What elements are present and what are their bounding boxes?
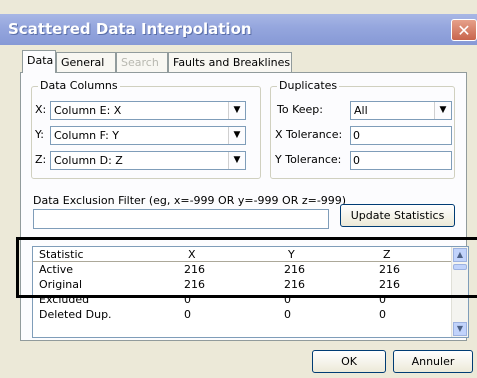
y-tolerance-field[interactable]: 0 [350,151,452,170]
x-tolerance-field[interactable]: 0 [350,126,452,145]
cell-y: 216 [284,263,305,276]
x-tolerance-value: 0 [353,129,360,142]
to-keep-label: To Keep: [277,103,323,116]
duplicates-label: Duplicates [277,79,340,92]
ok-button[interactable]: OK [312,350,386,373]
cell-x: 216 [184,263,205,276]
z-column-label: Z: [35,153,47,166]
chevron-down-icon[interactable]: ▼ [228,127,245,144]
header-x[interactable]: X [188,248,196,261]
data-columns-label: Data Columns [38,79,120,92]
close-button[interactable]: ✕ [451,19,477,41]
scrollbar-thumb[interactable] [453,264,467,270]
vertical-scrollbar[interactable]: ▲ ▼ [451,247,468,337]
cell-y: 0 [284,308,291,321]
y-column-select[interactable]: Column F: Y ▼ [50,126,246,145]
update-statistics-button[interactable]: Update Statistics [340,204,455,227]
x-column-value: Column E: X [54,104,122,117]
y-column-value: Column F: Y [54,129,120,142]
cancel-button[interactable]: Annuler [393,350,473,373]
cell-z: 0 [379,308,386,321]
cell-x: 0 [184,293,191,306]
scroll-up-icon[interactable]: ▲ [453,248,467,262]
cell-statistic: Deleted Dup. [39,308,112,321]
window-title: Scattered Data Interpolation [8,20,252,38]
cell-statistic: Original [39,278,83,291]
y-column-label: Y: [35,128,44,141]
cell-z: 216 [379,263,400,276]
tab-search: Search [116,52,168,72]
statistics-table[interactable]: Statistic X Y Z Active 216 216 216 Origi… [32,246,469,338]
cell-y: 216 [284,278,305,291]
chevron-down-icon[interactable]: ▼ [228,152,245,169]
x-tolerance-label: X Tolerance: [275,128,343,141]
x-column-label: X: [35,103,47,116]
table-header: Statistic X Y Z [33,247,452,262]
header-statistic[interactable]: Statistic [39,248,84,261]
cell-x: 0 [184,308,191,321]
header-y[interactable]: Y [288,248,295,261]
to-keep-value: All [354,104,368,117]
x-column-select[interactable]: Column E: X ▼ [50,101,246,120]
cell-z: 0 [379,293,386,306]
cell-y: 0 [284,293,291,306]
close-icon: ✕ [457,21,471,40]
tab-data[interactable]: Data [22,50,56,73]
cell-x: 216 [184,278,205,291]
title-bar: Scattered Data Interpolation ✕ [0,14,477,45]
scroll-down-icon[interactable]: ▼ [453,322,467,336]
tab-general[interactable]: General [56,52,116,72]
exclusion-filter-label: Data Exclusion Filter (eg, x=-999 OR y=-… [33,194,347,207]
cell-statistic: Active [39,263,74,276]
cell-statistic: Excluded [39,293,90,306]
chevron-down-icon[interactable]: ▼ [228,102,245,119]
header-z[interactable]: Z [383,248,391,261]
z-column-select[interactable]: Column D: Z ▼ [50,151,246,170]
tab-faults-breaklines[interactable]: Faults and Breaklines [168,52,292,72]
z-column-value: Column D: Z [54,154,123,167]
to-keep-select[interactable]: All ▼ [350,101,452,120]
cell-z: 216 [379,278,400,291]
y-tolerance-label: Y Tolerance: [275,153,342,166]
y-tolerance-value: 0 [353,154,360,167]
dialog-window: Scattered Data Interpolation ✕ Data Gene… [0,0,477,378]
chevron-down-icon[interactable]: ▼ [434,102,451,119]
exclusion-filter-input[interactable] [33,209,329,229]
